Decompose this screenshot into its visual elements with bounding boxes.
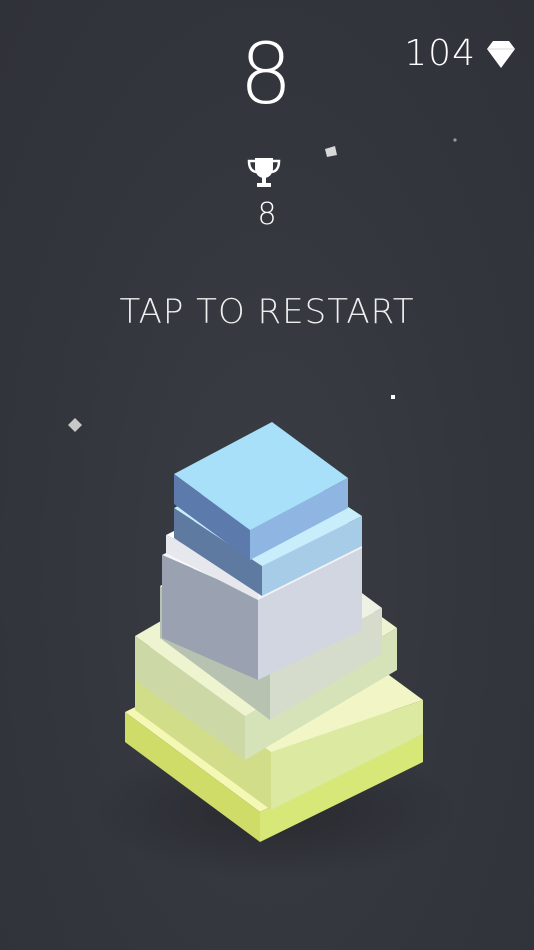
gems-count: 104 [404,33,476,74]
debris-piece [391,395,395,399]
best-score: 8 [257,197,277,232]
trophy-icon [247,158,281,187]
diamond-icon [487,41,515,68]
debris-piece [68,418,82,432]
game-screen: 8 104 8 TAP TO RESTART [0,0,534,950]
debris-piece [453,138,457,142]
tap-to-restart-label[interactable]: TAP TO RESTART [0,292,534,332]
debris-piece [325,146,337,157]
tower-scene [68,138,460,880]
gems-counter: 104 [404,34,516,74]
